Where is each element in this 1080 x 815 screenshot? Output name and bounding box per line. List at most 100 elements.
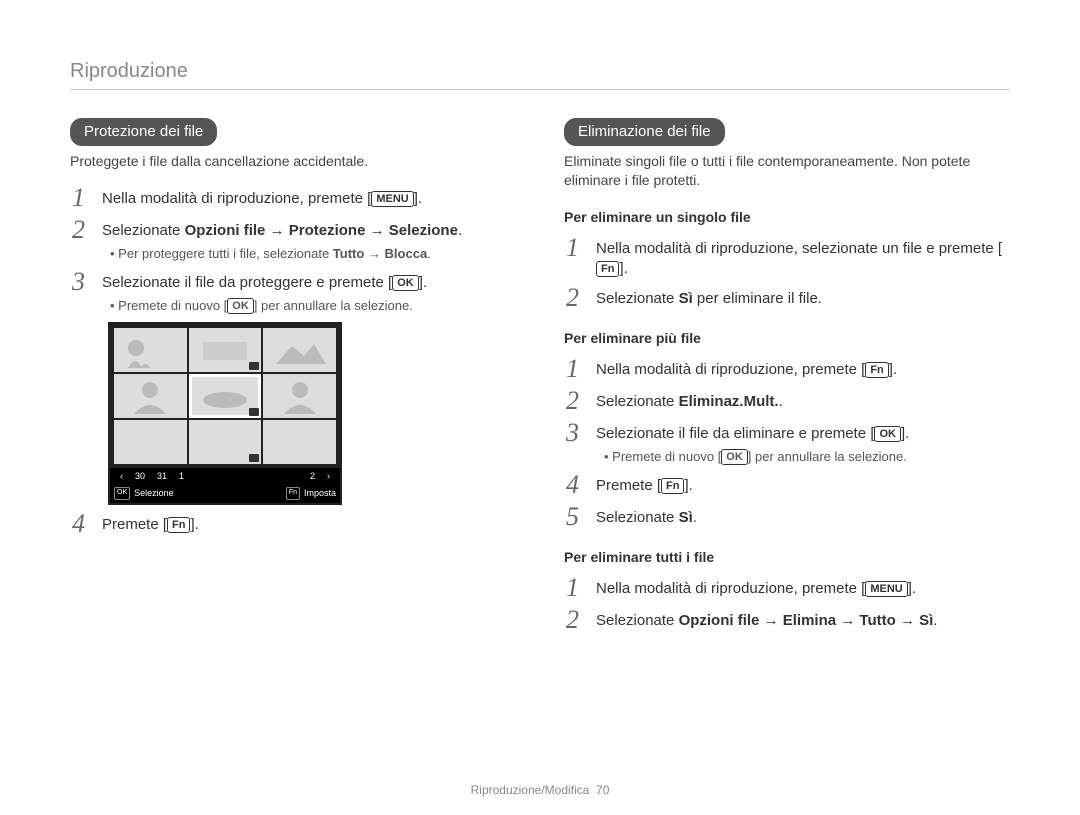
text: ] per annullare la selezione.	[254, 298, 413, 313]
thumb-selected	[189, 374, 262, 418]
stepnum: 5	[566, 504, 588, 530]
bold-text: Sì	[679, 290, 693, 307]
stepnum: 1	[72, 185, 94, 211]
step: 2 Selezionate Opzioni file → Elimina → T…	[566, 607, 1010, 633]
right-column: Eliminazione dei file Eliminate singoli …	[564, 118, 1010, 635]
thumb	[263, 420, 336, 464]
text: per eliminare il file.	[693, 290, 822, 307]
step-l4: 4 Premete [Fn].	[72, 511, 516, 537]
date: 30	[135, 470, 145, 482]
text: ].	[414, 190, 422, 207]
ok-button-icon: OK	[227, 298, 254, 314]
text: ].	[908, 580, 916, 597]
text: Premete [	[596, 477, 661, 494]
label: Selezione	[134, 487, 174, 499]
step-l1: 1 Nella modalità di riproduzione, premet…	[72, 185, 516, 211]
intro-right: Eliminate singoli file o tutti i file co…	[564, 152, 1010, 190]
stepnum: 2	[72, 217, 94, 243]
text: Per proteggere tutti i file, selezionate	[118, 246, 333, 261]
protect-icon	[249, 362, 259, 370]
ok-key-icon: OK	[114, 487, 130, 499]
subhead-single: Per eliminare un singolo file	[564, 208, 1010, 227]
text: .	[933, 612, 937, 629]
text: ].	[889, 361, 897, 378]
text: Premete di nuovo [	[118, 298, 227, 313]
step: 3 Selezionate il file da eliminare e pre…	[566, 420, 1010, 446]
stepnum: 3	[72, 269, 94, 295]
text: Nella modalità di riproduzione, premete …	[102, 190, 371, 207]
bold-text: Sì	[679, 509, 693, 526]
fn-key-icon: Fn	[286, 487, 300, 499]
substep-l3: Premete di nuovo [OK] per annullare la s…	[110, 297, 516, 315]
thumb	[263, 328, 336, 372]
bottom-bar: OK Selezione Fn Imposta	[110, 484, 340, 502]
step: 2 Selezionate Sì per eliminare il file.	[566, 285, 1010, 311]
thumb	[114, 328, 187, 372]
text: Nella modalità di riproduzione, premete …	[596, 361, 865, 378]
page-footer: Riproduzione/Modifica 70	[0, 783, 1080, 797]
ok-button-icon: OK	[392, 275, 419, 291]
fn-button-icon: Fn	[865, 362, 888, 378]
arrow-left-icon: ‹	[120, 470, 123, 482]
step: 4 Premete [Fn].	[566, 472, 1010, 498]
date	[196, 470, 298, 482]
date: 1	[179, 470, 184, 482]
section-header: Riproduzione	[70, 60, 1010, 90]
fn-button-icon: Fn	[167, 517, 190, 533]
stepnum: 1	[566, 575, 588, 601]
substep: Premete di nuovo [OK] per annullare la s…	[604, 448, 1010, 466]
text: ].	[684, 477, 692, 494]
text: ].	[190, 516, 198, 533]
footer-label: Riproduzione/Modifica	[471, 783, 590, 797]
text: Selezionate	[596, 612, 679, 629]
ok-button-icon: OK	[721, 449, 748, 465]
step: 2 Selezionate Eliminaz.Mult..	[566, 388, 1010, 414]
thumb	[114, 420, 187, 464]
thumb	[114, 374, 187, 418]
text: Nella modalità di riproduzione, premete …	[596, 580, 865, 597]
ok-button-icon: OK	[874, 426, 901, 442]
text: .	[458, 222, 462, 239]
step: 1 Nella modalità di riproduzione, premet…	[566, 356, 1010, 382]
text: .	[427, 246, 431, 261]
step-l3: 3 Selezionate il file da proteggere e pr…	[72, 269, 516, 295]
label: Imposta	[304, 487, 336, 499]
text: Selezionate il file da eliminare e preme…	[596, 425, 874, 442]
stepnum: 4	[72, 511, 94, 537]
text: Selezionate	[596, 393, 679, 410]
fn-button-icon: Fn	[661, 478, 684, 494]
text: ].	[419, 274, 427, 291]
step: 1 Nella modalità di riproduzione, premet…	[566, 575, 1010, 601]
protect-icon	[249, 408, 259, 416]
text: Selezionate	[596, 290, 679, 307]
intro-left: Proteggete i file dalla cancellazione ac…	[70, 152, 516, 171]
stepnum: 4	[566, 472, 588, 498]
camera-screenshot: ‹ 30 31 1 2 › OK Selezione Fn Imposta	[108, 322, 342, 504]
left-column: Protezione dei file Proteggete i file da…	[70, 118, 516, 635]
subhead-all: Per eliminare tutti i file	[564, 548, 1010, 567]
stepnum: 3	[566, 420, 588, 446]
text: Premete [	[102, 516, 167, 533]
footer-page: 70	[596, 783, 609, 797]
substep-l2: Per proteggere tutti i file, selezionate…	[110, 245, 516, 263]
text: Premete di nuovo [	[612, 449, 721, 464]
text: Selezionate	[102, 222, 185, 239]
thumb	[189, 328, 262, 372]
step: 5 Selezionate Sì.	[566, 504, 1010, 530]
text: Nella modalità di riproduzione, selezion…	[596, 240, 1002, 257]
text: .	[693, 509, 697, 526]
thumb	[263, 374, 336, 418]
menu-button-icon: MENU	[371, 191, 413, 207]
stepnum: 2	[566, 285, 588, 311]
text: ].	[619, 260, 627, 277]
stepnum: 2	[566, 388, 588, 414]
stepnum: 1	[566, 356, 588, 382]
bold-text: Opzioni file → Protezione → Selezione	[185, 222, 458, 239]
step-l2: 2 Selezionate Opzioni file → Protezione …	[72, 217, 516, 243]
bold-text: Opzioni file → Elimina → Tutto → Sì	[679, 612, 934, 629]
arrow-right-icon: ›	[327, 470, 330, 482]
protect-icon	[249, 454, 259, 462]
date: 2	[310, 470, 315, 482]
fn-button-icon: Fn	[596, 261, 619, 277]
pill-eliminazione: Eliminazione dei file	[564, 118, 725, 146]
